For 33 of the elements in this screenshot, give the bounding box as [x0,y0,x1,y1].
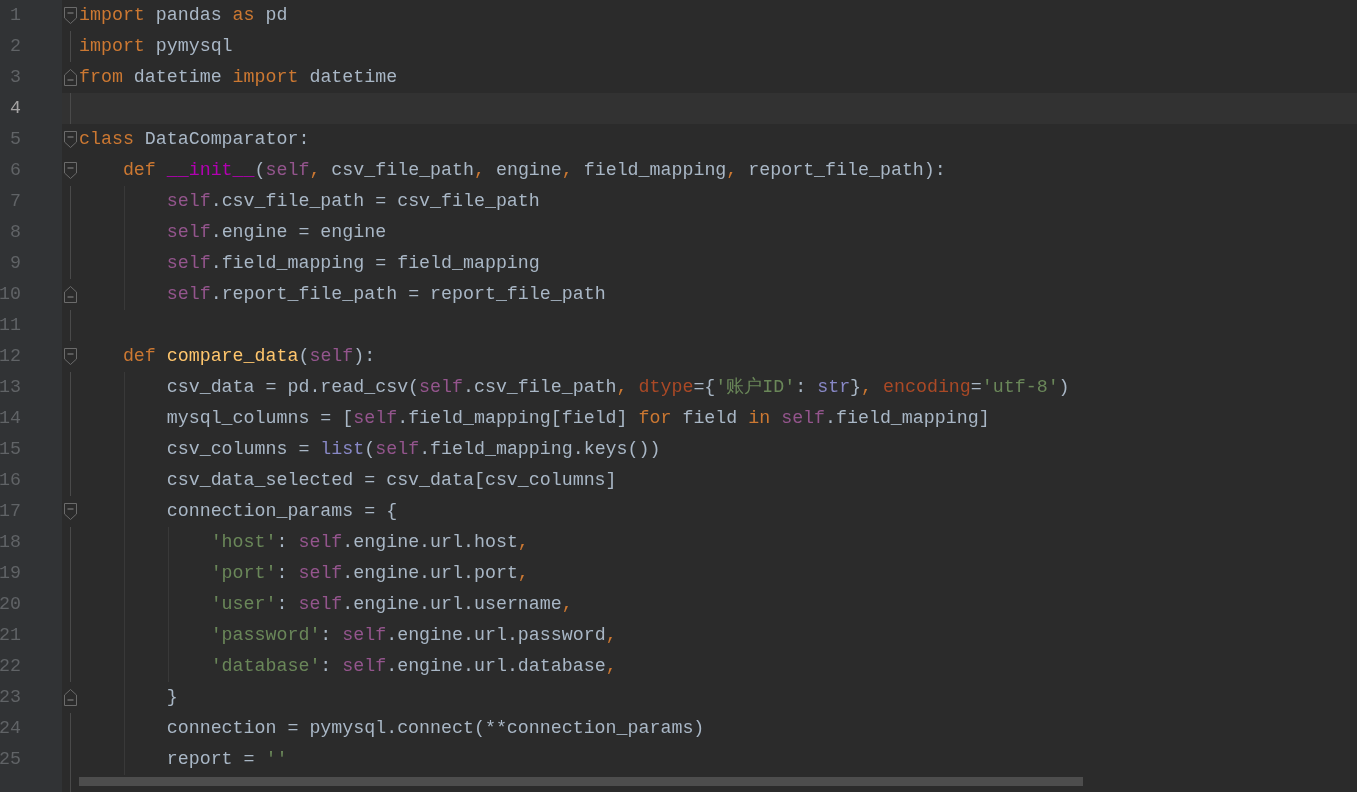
fold-icon[interactable] [64,286,77,303]
code-line: self.report_file_path = report_file_path [165,282,606,306]
code-line: from datetime import datetime [79,65,398,89]
fold-icon[interactable] [64,348,77,365]
code-line: def compare_data(self): [121,344,376,368]
code-line: csv_columns = list(self.field_mapping.keys()) [165,437,661,461]
fold-icon[interactable] [64,69,77,86]
code-line: csv_data_selected = csv_data[csv_columns] [165,468,617,492]
code-line: 'host': self.engine.url.host, [209,530,529,554]
code-line: import pymysql [79,34,233,58]
code-line: report = '' [165,747,288,771]
code-line: def __init__(self, csv_file_path, engine, field_mapping, report_file_path): [121,158,946,182]
code-line: import pandas as pd [79,3,288,27]
horizontal-scrollbar[interactable] [79,777,1083,786]
code-line: } [165,685,178,709]
code-line: self.csv_file_path = csv_file_path [165,189,540,213]
code-line: 'database': self.engine.url.database, [209,654,617,678]
fold-icon[interactable] [64,689,77,706]
code-line: connection_params = { [165,499,398,523]
code-line: connection = pymysql.connect(**connection_params) [165,716,705,740]
code-line: class DataComparator: [79,127,310,151]
fold-icon[interactable] [64,131,77,148]
line-number: 4 [10,96,21,120]
code-line: csv_data = pd.read_csv(self.csv_file_path, dtype={'账户ID': str}, encoding='utf-8') [165,375,1070,399]
code-line: self.engine = engine [165,220,387,244]
fold-icon[interactable] [64,162,77,179]
fold-icon[interactable] [64,7,77,24]
code-line: 'user': self.engine.url.username, [209,592,573,616]
code-line: mysql_columns = [self.field_mapping[field] for field in self.field_mapping] [165,406,990,430]
code-line: 'password': self.engine.url.password, [209,623,617,647]
fold-icon[interactable] [64,503,77,520]
code-line: self.field_mapping = field_mapping [165,251,540,275]
code-line: 'port': self.engine.url.port, [209,561,529,585]
